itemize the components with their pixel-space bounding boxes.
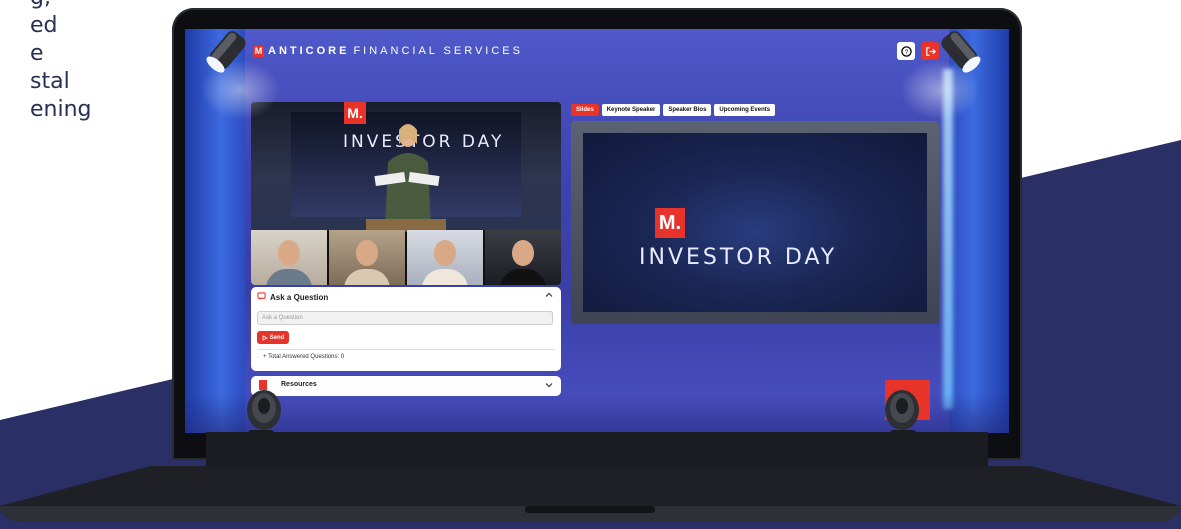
answered-questions-toggle[interactable]: + Total Answered Questions: 0	[263, 354, 344, 360]
spotlight-bottom-left	[247, 390, 281, 440]
brand-logo: M ANTICORE FINANCIAL SERVICES	[253, 45, 523, 57]
participant-thumbnail[interactable]	[251, 230, 327, 285]
tab-speaker-bios[interactable]: Speaker Bios	[663, 104, 712, 116]
spotlight-bottom-right	[885, 390, 919, 440]
ask-question-panel: Ask a Question Ask a Question Send + Tot…	[251, 287, 561, 371]
tab-upcoming-events[interactable]: Upcoming Events	[714, 104, 776, 116]
tab-keynote-speaker[interactable]: Keynote Speaker	[601, 104, 661, 116]
slide-logo: M.	[655, 208, 685, 238]
participant-face	[356, 240, 378, 266]
divider	[257, 349, 555, 350]
participant-body	[344, 269, 390, 285]
slide-title: INVESTOR DAY	[639, 245, 838, 270]
participant-body	[422, 269, 468, 285]
send-icon	[262, 334, 268, 341]
tab-slides[interactable]: Slides	[571, 104, 599, 116]
ask-question-title: Ask a Question	[270, 293, 329, 302]
laptop-hinge	[206, 432, 988, 468]
send-label: Send	[269, 334, 285, 341]
brand-name-bold: ANTICORE	[268, 45, 350, 57]
help-icon[interactable]: ?	[897, 42, 915, 60]
keynote-speaker	[374, 124, 440, 232]
question-input[interactable]: Ask a Question	[257, 311, 553, 325]
participant-thumbnail[interactable]	[407, 230, 483, 285]
participant-face	[512, 240, 534, 266]
slide-content: M. INVESTOR DAY	[583, 133, 927, 312]
content-tabs: Slides Keynote Speaker Speaker Bios Upco…	[571, 104, 776, 116]
laptop-base	[0, 466, 1181, 522]
ask-question-header[interactable]: Ask a Question	[257, 292, 328, 303]
laptop-screen: M ANTICORE FINANCIAL SERVICES ? M. INVES…	[185, 29, 1009, 433]
chevron-down-icon[interactable]	[545, 381, 553, 391]
light-glow	[943, 69, 953, 409]
resources-panel[interactable]: Resources	[251, 376, 561, 396]
question-icon	[257, 292, 266, 303]
podium	[366, 219, 446, 230]
participant-thumbnail[interactable]	[329, 230, 405, 285]
spotlight-top-left	[206, 31, 246, 73]
keynote-stage: M. INVESTOR DAY	[251, 102, 561, 232]
participant-body	[500, 269, 546, 285]
brand-name: FINANCIAL SERVICES	[353, 45, 523, 57]
participant-body	[266, 269, 312, 285]
participant-face	[434, 240, 456, 266]
slide-viewer[interactable]: M. INVESTOR DAY	[571, 121, 939, 324]
svg-text:?: ?	[904, 48, 908, 55]
participant-thumbnails	[251, 230, 561, 285]
chevron-up-icon[interactable]	[545, 291, 553, 301]
send-button[interactable]: Send	[257, 331, 289, 344]
participant-face	[278, 240, 300, 266]
video-player[interactable]: M. INVESTOR DAY	[251, 102, 561, 285]
stage-logo: M.	[344, 102, 366, 124]
plus-icon: +	[263, 354, 267, 360]
participant-thumbnail[interactable]	[485, 230, 561, 285]
answered-questions-count: Total Answered Questions: 0	[268, 354, 345, 360]
spotlight-top-right	[941, 31, 981, 73]
brand-mark: M	[253, 45, 264, 57]
